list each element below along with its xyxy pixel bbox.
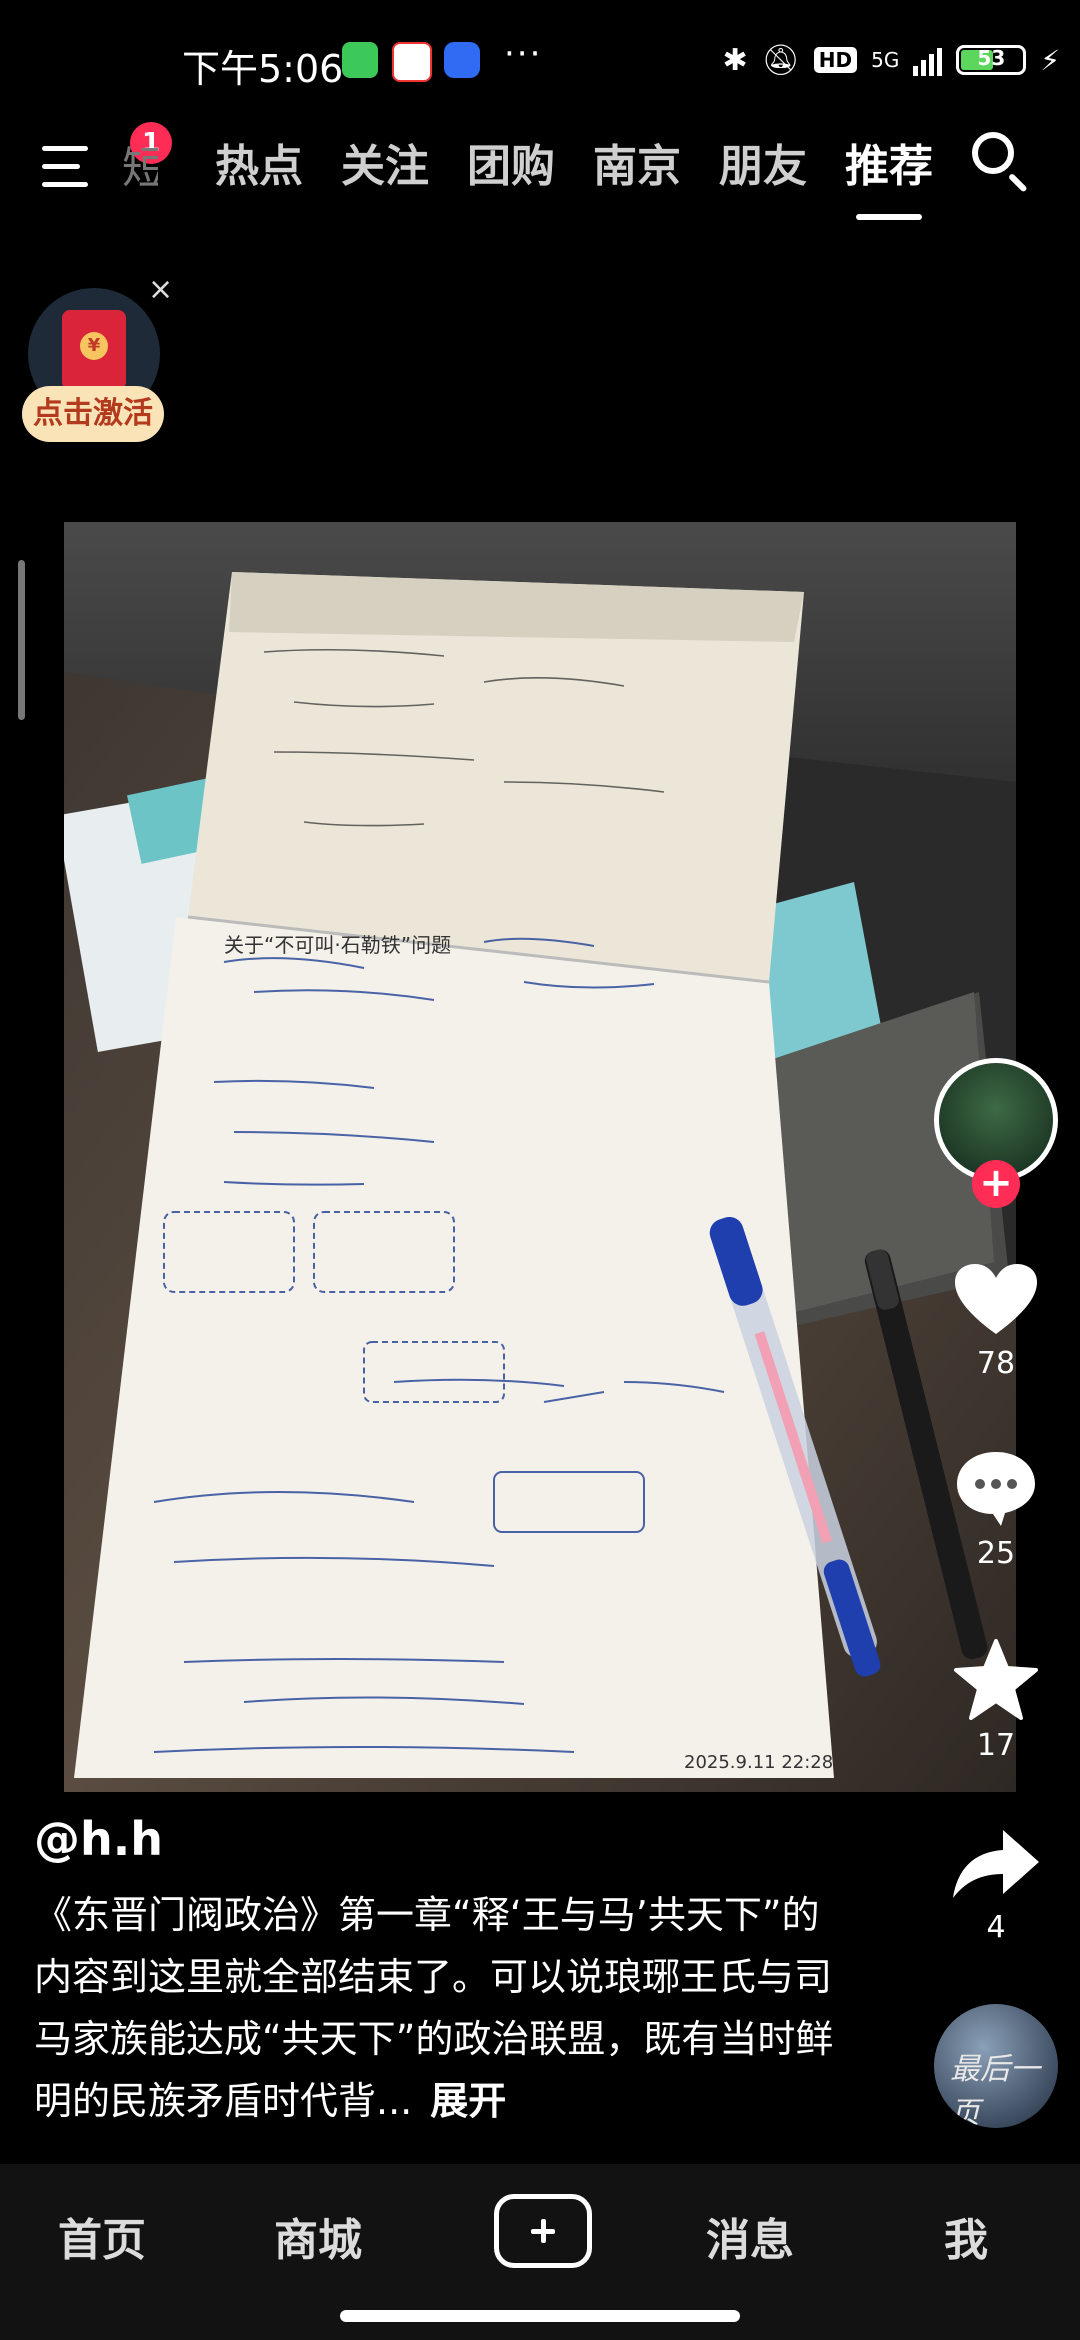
heart-icon	[955, 1264, 1037, 1334]
like-button[interactable]: 78	[936, 1262, 1056, 1381]
like-count: 78	[976, 1346, 1016, 1381]
bell-muted-icon: 🔕︎	[761, 42, 800, 78]
notebook-photo: 关于“不可叫·石勒铁”问题 2025.9.11 22:28	[64, 522, 1016, 1792]
nav-mall[interactable]: 商城	[274, 2204, 362, 2268]
tab-4[interactable]: 朋友	[700, 130, 826, 194]
hd-badge: HD	[813, 47, 858, 73]
tab-2[interactable]: 团购	[448, 130, 574, 194]
share-arrow-icon	[953, 1830, 1039, 1898]
post-caption: 《东晋门阀政治》第一章“释‘王与马’共天下”的内容到这里就全部结束了。可以说琅琊…	[34, 1884, 854, 2132]
create-post-button[interactable]	[494, 2194, 592, 2268]
favorite-button[interactable]: 17	[936, 1638, 1056, 1763]
charging-icon: ⚡︎	[1040, 43, 1060, 77]
tab-partial[interactable]: 短	[122, 132, 158, 196]
close-icon[interactable]: ×	[148, 272, 173, 307]
search-icon	[972, 132, 1014, 174]
top-nav: 1 短 热点 关注 团购 南京 朋友 推荐	[0, 120, 1080, 230]
follow-button[interactable]: +	[972, 1160, 1020, 1208]
comment-icon	[957, 1452, 1035, 1526]
comment-button[interactable]: 25	[936, 1448, 1056, 1571]
wechat-icon	[342, 42, 378, 78]
activate-button[interactable]: 点击激活	[22, 386, 164, 442]
post-photo[interactable]: 关于“不可叫·石勒铁”问题 2025.9.11 22:28	[64, 522, 1016, 1792]
status-indicators: ✱ 🔕︎ HD 5G 53 ⚡︎	[723, 36, 1060, 84]
search-button[interactable]	[968, 128, 1034, 194]
menu-icon	[42, 146, 88, 151]
favorite-count: 17	[976, 1728, 1016, 1763]
58-app-icon	[392, 42, 432, 82]
comment-count: 25	[976, 1536, 1016, 1571]
search-icon-handle	[1007, 172, 1028, 193]
baidu-netdisk-icon	[444, 42, 480, 78]
nav-me[interactable]: 我	[944, 2204, 988, 2268]
expand-button[interactable]: 展开	[430, 2079, 506, 2123]
share-button[interactable]: 4	[936, 1826, 1056, 1945]
tab-1[interactable]: 关注	[322, 130, 448, 194]
share-count: 4	[986, 1910, 1006, 1945]
star-icon	[954, 1639, 1038, 1720]
bluetooth-icon: ✱	[722, 42, 748, 78]
more-notifications-icon: ···	[504, 34, 543, 74]
post-username[interactable]: @h.h	[34, 1812, 163, 1866]
avatar-signature: 最后一页	[950, 2052, 1040, 2128]
coin-icon: ¥	[80, 332, 108, 360]
menu-button[interactable]: 1	[42, 122, 172, 202]
scroll-indicator	[18, 560, 25, 720]
music-disc-avatar[interactable]: 最后一页	[934, 2004, 1058, 2128]
nav-home[interactable]: 首页	[58, 2204, 146, 2268]
status-time: 下午5:06	[182, 47, 344, 91]
tab-3[interactable]: 南京	[574, 130, 700, 194]
signal-icon	[913, 44, 943, 76]
nav-messages[interactable]: 消息	[706, 2204, 794, 2268]
status-bar: 下午5:06 ··· ✱ 🔕︎ HD 5G 53 ⚡︎	[0, 0, 1080, 120]
home-indicator	[340, 2310, 740, 2322]
network-type: 5G	[871, 48, 900, 72]
photo-date-note: 2025.9.11 22:28	[684, 1752, 833, 1773]
tab-0[interactable]: 热点	[196, 130, 322, 194]
battery-icon: 53	[956, 45, 1027, 75]
menu-icon-line	[42, 164, 80, 169]
photo-header-note: 关于“不可叫·石勒铁”问题	[224, 933, 451, 957]
tab-5[interactable]: 推荐	[826, 130, 952, 220]
battery-level: 53	[977, 46, 1006, 70]
menu-icon-line	[42, 182, 88, 187]
feed-tabs: 热点 关注 团购 南京 朋友 推荐	[196, 130, 952, 220]
